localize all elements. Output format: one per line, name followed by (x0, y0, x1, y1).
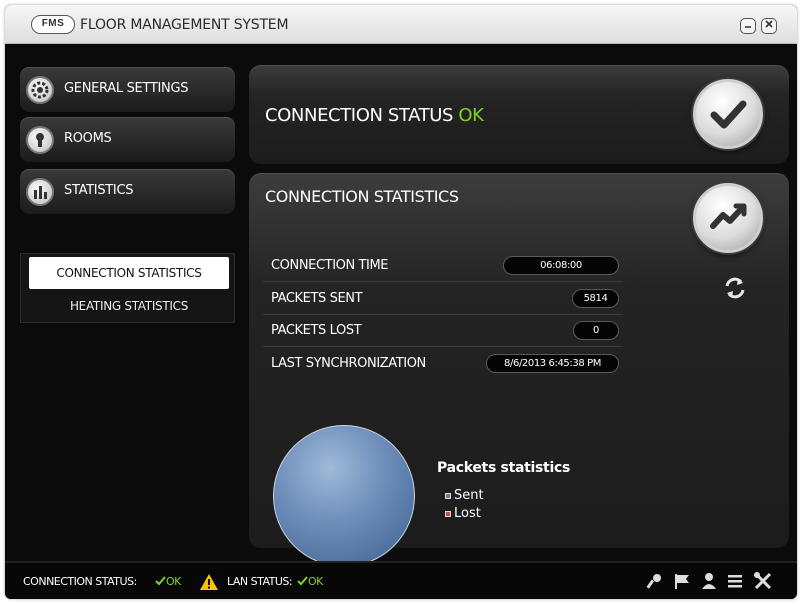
title-bar: FMS FLOOR MANAGEMENT SYSTEM (5, 5, 797, 44)
gear-icon (26, 76, 54, 104)
wrench-icon (646, 574, 661, 589)
warning-icon (200, 574, 218, 590)
stat-label: PACKETS LOST (271, 323, 362, 338)
submenu-item-heating-statistics[interactable]: HEATING STATISTICS (29, 290, 229, 322)
legend-label: Lost (454, 506, 481, 521)
keyhole-icon (26, 126, 54, 154)
stat-row-packets-lost: PACKETS LOST 0 (263, 315, 623, 347)
stat-value: 0 (573, 321, 619, 340)
stat-value: 8/6/2013 6:45:38 PM (486, 354, 619, 373)
close-icon (765, 20, 773, 28)
sidebar-item-general-settings[interactable]: GENERAL SETTINGS (20, 67, 235, 112)
checkmark-icon (710, 100, 747, 129)
user-button[interactable] (699, 571, 719, 591)
trend-chart-icon (710, 203, 747, 229)
statistics-submenu: CONNECTION STATISTICS HEATING STATISTICS (20, 253, 235, 323)
list-button[interactable] (725, 571, 745, 591)
minimize-button[interactable] (740, 18, 756, 34)
connection-status-label: CONNECTION STATUS (265, 105, 454, 126)
stat-row-connection-time: CONNECTION TIME 06:08:00 (263, 250, 623, 282)
statistics-chart-button[interactable] (693, 183, 763, 253)
list-icon (728, 575, 742, 588)
lan-status-value: OK (297, 575, 323, 588)
stat-row-last-synchronization: LAST SYNCHRONIZATION 8/6/2013 6:45:38 PM (263, 348, 623, 380)
packets-pie-chart (273, 425, 415, 567)
refresh-button[interactable] (722, 275, 748, 301)
sidebar-item-label: ROOMS (64, 131, 112, 146)
app-window: FMS FLOOR MANAGEMENT SYSTEM GENERAL SETT… (5, 5, 797, 599)
check-icon (297, 576, 308, 586)
wrench-button[interactable] (645, 571, 665, 591)
stat-label: CONNECTION TIME (271, 258, 389, 273)
legend-label: Sent (454, 488, 484, 503)
connection-statistics-title: CONNECTION STATISTICS (265, 187, 459, 206)
sidebar-item-statistics[interactable]: STATISTICS (20, 169, 235, 214)
pie-slice-sent (274, 426, 414, 566)
minimize-icon (745, 26, 751, 28)
check-icon (155, 576, 166, 586)
connection-status-bar-label: CONNECTION STATUS: (23, 575, 137, 588)
connection-ok-button[interactable] (693, 79, 763, 149)
app-logo: FMS (31, 15, 75, 34)
sidebar-item-rooms[interactable]: ROOMS (20, 117, 235, 162)
tools-icon (754, 572, 772, 590)
stat-label: LAST SYNCHRONIZATION (271, 356, 426, 371)
stat-value: 06:08:00 (503, 256, 619, 275)
user-icon (702, 573, 716, 589)
connection-status-value: OK (458, 105, 484, 126)
bar-chart-icon (26, 178, 54, 206)
submenu-item-connection-statistics[interactable]: CONNECTION STATISTICS (29, 257, 229, 289)
stat-label: PACKETS SENT (271, 291, 363, 306)
legend-item-sent: Sent (445, 488, 484, 503)
legend-swatch-sent (445, 492, 451, 499)
sidebar-item-label: STATISTICS (64, 183, 134, 198)
connection-status-heading: CONNECTION STATUS OK (265, 105, 484, 126)
legend-item-lost: Lost (445, 506, 481, 521)
legend-swatch-lost (445, 510, 451, 517)
lan-status-label: LAN STATUS: (227, 575, 293, 588)
tools-button[interactable] (753, 571, 773, 591)
refresh-icon (725, 277, 745, 299)
connection-status-bar-value: OK (155, 575, 181, 588)
sidebar-item-label: GENERAL SETTINGS (64, 81, 189, 96)
chart-title: Packets statistics (437, 460, 570, 476)
close-button[interactable] (761, 18, 777, 34)
flag-icon (675, 574, 689, 589)
stat-row-packets-sent: PACKETS SENT 5814 (263, 283, 623, 315)
content-area: GENERAL SETTINGS ROOMS STATISTICS CONNEC… (5, 45, 797, 567)
app-title: FLOOR MANAGEMENT SYSTEM (80, 17, 289, 33)
flag-button[interactable] (672, 571, 692, 591)
stat-value: 5814 (572, 289, 619, 308)
status-bar: CONNECTION STATUS: OK LAN STATUS: OK (5, 561, 797, 599)
